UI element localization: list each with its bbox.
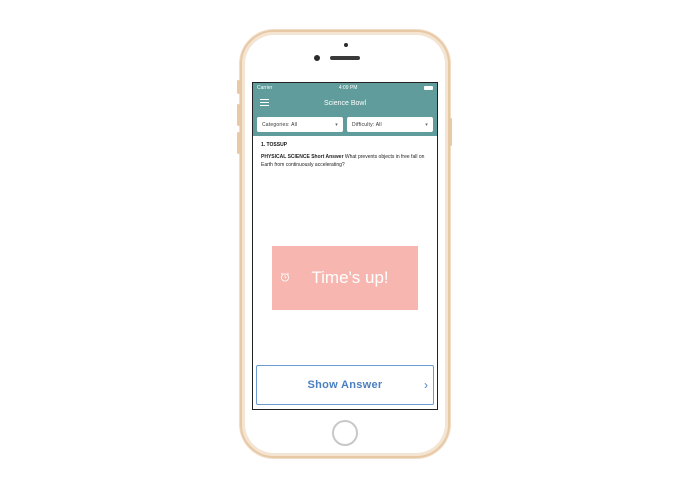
front-camera <box>314 55 320 61</box>
difficulty-dropdown[interactable]: Difficulty: All ▾ <box>347 117 433 132</box>
app-screen: Carrier 4:09 PM Science Bowl Categories:… <box>252 82 438 410</box>
hamburger-icon[interactable] <box>260 99 269 107</box>
power-button <box>449 118 452 146</box>
volume-down-button <box>237 132 240 154</box>
chevron-right-icon: › <box>424 378 428 392</box>
mute-switch <box>237 80 240 94</box>
volume-up-button <box>237 104 240 126</box>
home-button[interactable] <box>332 420 358 446</box>
categories-dropdown[interactable]: Categories: All ▾ <box>257 117 343 132</box>
times-up-banner: Time's up! <box>272 246 418 310</box>
alarm-clock-icon <box>280 272 290 282</box>
question-block: 1. TOSSUP PHYSICAL SCIENCE Short Answer … <box>253 136 437 170</box>
categories-label: Categories: All <box>262 121 298 128</box>
proximity-sensor <box>344 43 348 47</box>
status-bar: Carrier 4:09 PM <box>253 83 437 93</box>
chevron-down-icon: ▾ <box>335 121 338 128</box>
question-number: 1. TOSSUP <box>261 142 288 148</box>
show-answer-button[interactable]: Show Answer › <box>256 365 434 405</box>
filter-bar: Categories: All ▾ Difficulty: All ▾ <box>253 113 437 136</box>
nav-bar: Science Bowl <box>253 93 437 113</box>
question-text: PHYSICAL SCIENCE Short Answer What preve… <box>261 154 429 170</box>
show-answer-label: Show Answer <box>307 379 383 391</box>
battery-icon <box>424 86 433 90</box>
times-up-label: Time's up! <box>311 268 389 287</box>
question-subject: PHYSICAL SCIENCE Short Answer <box>261 154 344 160</box>
nav-title: Science Bowl <box>323 99 367 107</box>
difficulty-label: Difficulty: All <box>352 121 382 128</box>
chevron-down-icon: ▾ <box>425 121 428 128</box>
carrier-label: Carrier <box>257 85 273 91</box>
earpiece-speaker <box>330 56 360 60</box>
status-time: 4:09 PM <box>338 85 358 91</box>
